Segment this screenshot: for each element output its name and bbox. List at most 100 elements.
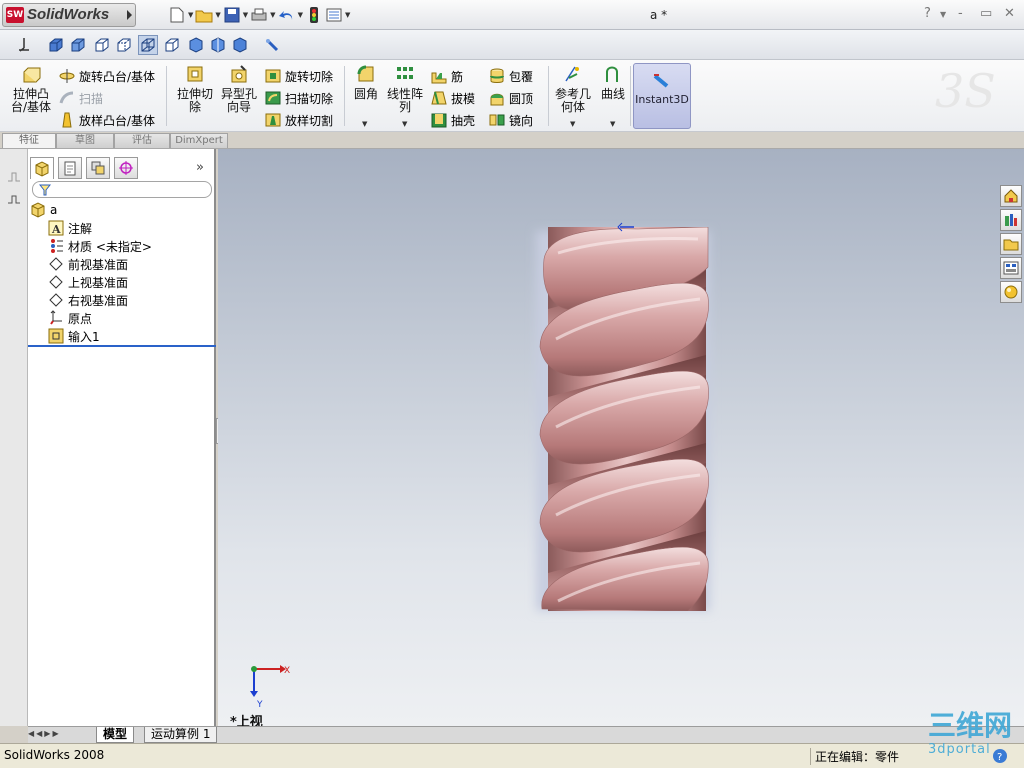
tree-item[interactable]: 前视基准面 — [28, 255, 216, 273]
tree-expand-chevron-icon[interactable]: » — [196, 160, 204, 175]
pattern-dropdown-icon[interactable]: ▼ — [402, 120, 407, 128]
feature-tree-filter[interactable] — [32, 181, 212, 198]
shell-label: 抽壳 — [451, 113, 476, 128]
tab-sketch[interactable]: 草图 — [56, 133, 114, 148]
section-view-icon[interactable] — [208, 35, 228, 55]
instant3d-label: Instant3D — [635, 93, 689, 106]
dimxpert-manager-tab[interactable] — [114, 157, 138, 179]
helical-shaft-model[interactable]: X Y — [218, 149, 1024, 726]
reference-geometry-icon — [565, 66, 579, 82]
instant3d-button[interactable]: Instant3D — [633, 63, 691, 129]
feature-manager-tabs: » — [28, 155, 216, 181]
design-library-icon[interactable] — [1000, 209, 1022, 231]
shaded-with-edges-icon[interactable] — [46, 35, 66, 55]
tab-model[interactable]: 模型 — [96, 727, 135, 743]
curvature-icon[interactable] — [262, 35, 282, 55]
tab-scroll-arrows-icon[interactable]: ◀◀▶▶ — [28, 729, 61, 738]
draft-button[interactable]: 拔模 — [430, 88, 475, 108]
chevron-down-icon[interactable]: ▼ — [215, 11, 220, 19]
triad-y-label: Y — [256, 700, 263, 710]
view-toolbar — [0, 30, 1024, 60]
loft-boss-button[interactable]: 放样凸台/基体 — [58, 110, 155, 130]
tree-item[interactable]: 上视基准面 — [28, 273, 216, 291]
imported-body-icon — [48, 328, 64, 344]
save-icon[interactable] — [223, 6, 241, 24]
hidden-lines-visible-icon[interactable] — [114, 35, 134, 55]
print-icon[interactable] — [250, 6, 268, 24]
linear-pattern-button[interactable]: 线性阵 列 — [384, 64, 426, 114]
help-icon[interactable]: ? — [924, 6, 931, 21]
help-dropdown-icon[interactable]: ▼ — [940, 10, 946, 19]
appearances-icon[interactable] — [1000, 281, 1022, 303]
chevron-down-icon[interactable]: ▼ — [298, 11, 303, 19]
tab-features[interactable]: 特征 — [2, 133, 56, 148]
undo-icon[interactable] — [278, 6, 296, 24]
tree-root-part[interactable]: a — [28, 201, 216, 219]
revolve-cut-button[interactable]: 旋转切除 — [264, 66, 333, 86]
tab-evaluate[interactable]: 评估 — [114, 133, 170, 148]
minimize-button[interactable]: - — [958, 6, 963, 21]
fillet-button[interactable]: 圆角 — [350, 64, 382, 101]
mirror-button[interactable]: 镜向 — [488, 110, 533, 130]
view-orientation-label: *上视 — [230, 715, 263, 726]
wrap-button[interactable]: 包覆 — [488, 66, 533, 86]
view-palette-icon[interactable] — [1000, 257, 1022, 279]
sweep-button[interactable]: 扫描 — [58, 88, 103, 108]
chevron-down-icon[interactable]: ▼ — [270, 11, 275, 19]
rib-button[interactable]: 筋 — [430, 66, 463, 86]
tree-item-label: 上视基准面 — [68, 275, 129, 290]
loft-cut-button[interactable]: 放样切割 — [264, 110, 333, 130]
tree-item[interactable]: 右视基准面 — [28, 291, 216, 309]
extrude-boss-label: 拉伸凸 台/基体 — [10, 87, 52, 114]
property-manager-tab[interactable] — [58, 157, 82, 179]
tree-item[interactable]: A 注解 — [28, 219, 216, 237]
file-explorer-icon[interactable] — [1000, 233, 1022, 255]
title-bar: SW SolidWorks ▼ ▼ ▼ ▼ ▼ ▼ a * ? ▼ - ▭ ✕ — [0, 0, 1024, 30]
reference-geometry-button[interactable]: 参考几 何体 — [552, 64, 594, 114]
shaded-icon[interactable] — [68, 35, 88, 55]
solidworks-resources-icon[interactable] — [1000, 185, 1022, 207]
options-icon[interactable] — [325, 6, 343, 24]
smart-dimension-strip-icon[interactable] — [6, 191, 22, 210]
curves-dropdown-icon[interactable]: ▼ — [610, 120, 615, 128]
revolve-boss-button[interactable]: 旋转凸台/基体 — [58, 66, 155, 86]
open-folder-icon[interactable] — [195, 6, 213, 24]
hidden-lines-removed-icon[interactable] — [92, 35, 112, 55]
tree-item[interactable]: 材质 <未指定> — [28, 237, 216, 255]
view-orientation-icon[interactable] — [14, 35, 34, 55]
chevron-down-icon[interactable]: ▼ — [188, 11, 193, 19]
configuration-manager-tab[interactable] — [86, 157, 110, 179]
draft-icon — [431, 91, 447, 105]
reference-geometry-dropdown-icon[interactable]: ▼ — [570, 120, 575, 128]
extrude-boss-button[interactable]: 拉伸凸 台/基体 — [8, 64, 54, 114]
dome-button[interactable]: 圆顶 — [488, 88, 533, 108]
tree-item[interactable]: 原点 — [28, 309, 216, 327]
extrude-cut-button[interactable]: 拉伸切 除 — [172, 64, 218, 114]
tree-item[interactable]: 输入1 — [28, 327, 216, 345]
triad-x-label: X — [284, 666, 290, 676]
sketch-strip-icon[interactable] — [6, 169, 22, 188]
plane-icon — [48, 274, 64, 290]
fillet-dropdown-icon[interactable]: ▼ — [362, 120, 367, 128]
rollback-bar[interactable] — [28, 345, 216, 347]
sweep-cut-button[interactable]: 扫描切除 — [264, 88, 333, 108]
realview-icon[interactable] — [230, 35, 250, 55]
chevron-down-icon[interactable]: ▼ — [345, 11, 350, 19]
restore-button[interactable]: ▭ — [980, 6, 992, 21]
chevron-down-icon[interactable]: ▼ — [243, 11, 248, 19]
tree-item-label: 注解 — [68, 221, 93, 236]
graphics-area[interactable]: X Y *上视 — [218, 149, 1024, 726]
rebuild-icon[interactable] — [305, 6, 323, 24]
feature-manager-tab[interactable] — [30, 157, 54, 179]
shadows-icon[interactable] — [186, 35, 206, 55]
shell-button[interactable]: 抽壳 — [430, 110, 475, 130]
perspective-icon[interactable] — [162, 35, 182, 55]
hole-wizard-button[interactable]: 异型孔 向导 — [218, 64, 260, 114]
wireframe-icon[interactable] — [138, 35, 158, 55]
solidworks-menu-button[interactable]: SW SolidWorks — [2, 3, 136, 27]
new-document-icon[interactable] — [168, 6, 186, 24]
tab-dimxpert[interactable]: DimXpert — [170, 133, 228, 148]
curves-button[interactable]: 曲线 — [598, 64, 628, 101]
tab-motion-study-1[interactable]: 运动算例 1 — [144, 727, 218, 743]
close-button[interactable]: ✕ — [1004, 6, 1015, 21]
